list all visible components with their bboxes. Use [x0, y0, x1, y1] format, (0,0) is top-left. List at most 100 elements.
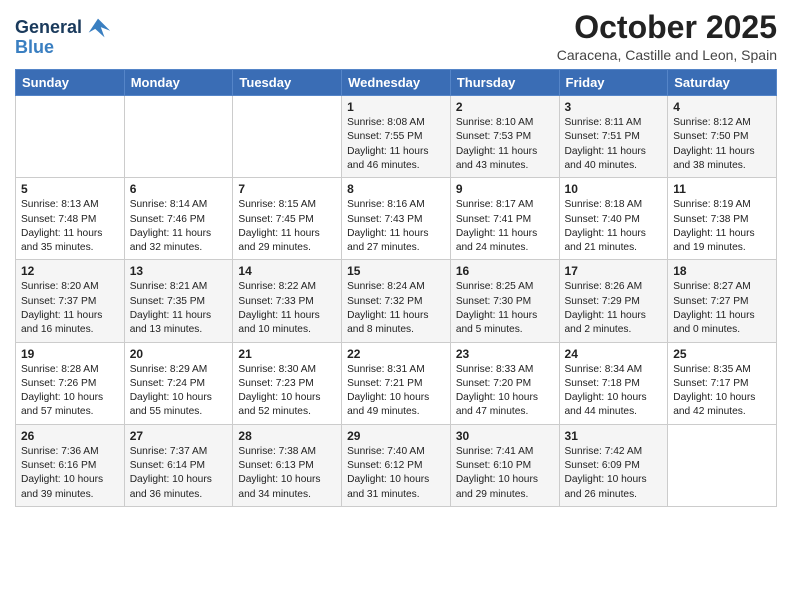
calendar-cell: 23Sunrise: 8:33 AM Sunset: 7:20 PM Dayli…: [450, 342, 559, 424]
calendar-cell: 11 Sunrise: 8:19 AM Sunset: 7:38 PM Dayli…: [668, 178, 777, 260]
col-tuesday: Tuesday: [233, 70, 342, 96]
calendar-cell: [233, 96, 342, 178]
location-subtitle: Caracena, Castille and Leon, Spain: [557, 47, 777, 63]
calendar-cell: 13Sunrise: 8:21 AM Sunset: 7:35 PM Dayli…: [124, 260, 233, 342]
calendar-cell: [16, 96, 125, 178]
calendar-cell: 18 Sunrise: 8:27 AM Sunset: 7:27 PM Dayli…: [668, 260, 777, 342]
calendar-cell: 9Sunrise: 8:17 AM Sunset: 7:41 PM Daylig…: [450, 178, 559, 260]
day-number: 24: [565, 347, 663, 361]
cell-content: Sunrise: 8:29 AM Sunset: 7:24 PM Dayligh…: [130, 363, 228, 420]
logo-bird-icon: [84, 14, 112, 42]
cell-content: Sunrise: 8:34 AM Sunset: 7:18 PM Dayligh…: [565, 363, 663, 420]
calendar-page: General Blue October 2025 Caracena, Cast…: [0, 0, 792, 612]
cell-content: Sunrise: 8:28 AM Sunset: 7:26 PM Dayligh…: [21, 363, 119, 420]
cell-content: Sunrise: 8:20 AM Sunset: 7:37 PM Dayligh…: [21, 280, 119, 337]
cell-content: Sunrise: 8:13 AM Sunset: 7:48 PM Dayligh…: [21, 198, 119, 255]
cell-content: Sunrise: 8:31 AM Sunset: 7:21 PM Dayligh…: [347, 363, 445, 420]
day-number: 25: [673, 347, 771, 361]
week-row-3: 12 Sunrise: 8:20 AM Sunset: 7:37 PM Dayli…: [16, 260, 777, 342]
calendar-cell: 16 Sunrise: 8:25 AM Sunset: 7:30 PM Dayli…: [450, 260, 559, 342]
day-number: 12: [21, 264, 119, 278]
calendar-cell: 4Sunrise: 8:12 AM Sunset: 7:50 PM Daylig…: [668, 96, 777, 178]
calendar-cell: 3Sunrise: 8:11 AM Sunset: 7:51 PM Daylig…: [559, 96, 668, 178]
cell-content: Sunrise: 8:10 AM Sunset: 7:53 PM Dayligh…: [456, 116, 554, 173]
day-number: 11: [673, 182, 771, 196]
col-friday: Friday: [559, 70, 668, 96]
cell-content: Sunrise: 8:16 AM Sunset: 7:43 PM Dayligh…: [347, 198, 445, 255]
calendar-cell: 20 Sunrise: 8:29 AM Sunset: 7:24 PM Dayli…: [124, 342, 233, 424]
logo: General Blue: [15, 14, 112, 58]
cell-content: Sunrise: 7:40 AM Sunset: 6:12 PM Dayligh…: [347, 445, 445, 502]
day-number: 7: [238, 182, 336, 196]
calendar-cell: 21 Sunrise: 8:30 AM Sunset: 7:23 PM Dayli…: [233, 342, 342, 424]
day-number: 20: [130, 347, 228, 361]
cell-content: Sunrise: 8:14 AM Sunset: 7:46 PM Dayligh…: [130, 198, 228, 255]
calendar-cell: 27 Sunrise: 7:37 AM Sunset: 6:14 PM Dayli…: [124, 424, 233, 506]
calendar-table: Sunday Monday Tuesday Wednesday Thursday…: [15, 69, 777, 507]
calendar-cell: 30 Sunrise: 7:41 AM Sunset: 6:10 PM Dayli…: [450, 424, 559, 506]
cell-content: Sunrise: 7:38 AM Sunset: 6:13 PM Dayligh…: [238, 445, 336, 502]
day-number: 28: [238, 429, 336, 443]
cell-content: Sunrise: 8:19 AM Sunset: 7:38 PM Dayligh…: [673, 198, 771, 255]
calendar-cell: 6 Sunrise: 8:14 AM Sunset: 7:46 PM Daylig…: [124, 178, 233, 260]
calendar-cell: 12 Sunrise: 8:20 AM Sunset: 7:37 PM Dayli…: [16, 260, 125, 342]
day-number: 4: [673, 100, 771, 114]
calendar-cell: 31 Sunrise: 7:42 AM Sunset: 6:09 PM Dayli…: [559, 424, 668, 506]
calendar-cell: 10Sunrise: 8:18 AM Sunset: 7:40 PM Dayli…: [559, 178, 668, 260]
cell-content: Sunrise: 7:37 AM Sunset: 6:14 PM Dayligh…: [130, 445, 228, 502]
calendar-cell: 8 Sunrise: 8:16 AM Sunset: 7:43 PM Daylig…: [342, 178, 451, 260]
day-number: 21: [238, 347, 336, 361]
day-number: 2: [456, 100, 554, 114]
calendar-cell: 22 Sunrise: 8:31 AM Sunset: 7:21 PM Dayli…: [342, 342, 451, 424]
day-number: 6: [130, 182, 228, 196]
week-row-1: 1 Sunrise: 8:08 AM Sunset: 7:55 PM Daylig…: [16, 96, 777, 178]
col-thursday: Thursday: [450, 70, 559, 96]
day-number: 26: [21, 429, 119, 443]
calendar-cell: 19Sunrise: 8:28 AM Sunset: 7:26 PM Dayli…: [16, 342, 125, 424]
calendar-cell: 7 Sunrise: 8:15 AM Sunset: 7:45 PM Daylig…: [233, 178, 342, 260]
day-number: 16: [456, 264, 554, 278]
cell-content: Sunrise: 8:08 AM Sunset: 7:55 PM Dayligh…: [347, 116, 445, 173]
day-number: 22: [347, 347, 445, 361]
day-number: 30: [456, 429, 554, 443]
day-number: 10: [565, 182, 663, 196]
calendar-cell: 14Sunrise: 8:22 AM Sunset: 7:33 PM Dayli…: [233, 260, 342, 342]
cell-content: Sunrise: 8:30 AM Sunset: 7:23 PM Dayligh…: [238, 363, 336, 420]
calendar-cell: 26 Sunrise: 7:36 AM Sunset: 6:16 PM Dayli…: [16, 424, 125, 506]
logo-text-general: General: [15, 18, 82, 38]
day-number: 27: [130, 429, 228, 443]
day-number: 31: [565, 429, 663, 443]
cell-content: Sunrise: 8:35 AM Sunset: 7:17 PM Dayligh…: [673, 363, 771, 420]
day-number: 23: [456, 347, 554, 361]
header-row: Sunday Monday Tuesday Wednesday Thursday…: [16, 70, 777, 96]
cell-content: Sunrise: 8:11 AM Sunset: 7:51 PM Dayligh…: [565, 116, 663, 173]
cell-content: Sunrise: 7:36 AM Sunset: 6:16 PM Dayligh…: [21, 445, 119, 502]
day-number: 13: [130, 264, 228, 278]
calendar-cell: 2 Sunrise: 8:10 AM Sunset: 7:53 PM Daylig…: [450, 96, 559, 178]
cell-content: Sunrise: 8:17 AM Sunset: 7:41 PM Dayligh…: [456, 198, 554, 255]
calendar-cell: 29 Sunrise: 7:40 AM Sunset: 6:12 PM Dayli…: [342, 424, 451, 506]
calendar-cell: 1 Sunrise: 8:08 AM Sunset: 7:55 PM Daylig…: [342, 96, 451, 178]
col-monday: Monday: [124, 70, 233, 96]
cell-content: Sunrise: 8:25 AM Sunset: 7:30 PM Dayligh…: [456, 280, 554, 337]
month-title: October 2025: [557, 10, 777, 45]
cell-content: Sunrise: 8:15 AM Sunset: 7:45 PM Dayligh…: [238, 198, 336, 255]
calendar-cell: 17Sunrise: 8:26 AM Sunset: 7:29 PM Dayli…: [559, 260, 668, 342]
title-block: October 2025 Caracena, Castille and Leon…: [557, 10, 777, 63]
day-number: 18: [673, 264, 771, 278]
cell-content: Sunrise: 7:41 AM Sunset: 6:10 PM Dayligh…: [456, 445, 554, 502]
cell-content: Sunrise: 8:27 AM Sunset: 7:27 PM Dayligh…: [673, 280, 771, 337]
col-saturday: Saturday: [668, 70, 777, 96]
calendar-cell: 5Sunrise: 8:13 AM Sunset: 7:48 PM Daylig…: [16, 178, 125, 260]
col-sunday: Sunday: [16, 70, 125, 96]
col-wednesday: Wednesday: [342, 70, 451, 96]
week-row-5: 26 Sunrise: 7:36 AM Sunset: 6:16 PM Dayli…: [16, 424, 777, 506]
day-number: 1: [347, 100, 445, 114]
calendar-cell: 28 Sunrise: 7:38 AM Sunset: 6:13 PM Dayli…: [233, 424, 342, 506]
day-number: 29: [347, 429, 445, 443]
cell-content: Sunrise: 7:42 AM Sunset: 6:09 PM Dayligh…: [565, 445, 663, 502]
week-row-2: 5Sunrise: 8:13 AM Sunset: 7:48 PM Daylig…: [16, 178, 777, 260]
week-row-4: 19Sunrise: 8:28 AM Sunset: 7:26 PM Dayli…: [16, 342, 777, 424]
day-number: 8: [347, 182, 445, 196]
calendar-cell: 24 Sunrise: 8:34 AM Sunset: 7:18 PM Dayli…: [559, 342, 668, 424]
